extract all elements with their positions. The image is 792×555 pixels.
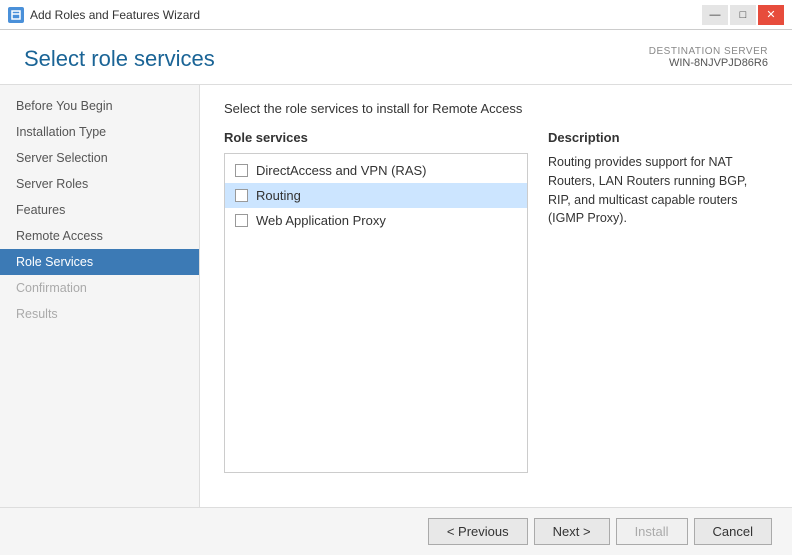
- title-bar-title: Add Roles and Features Wizard: [30, 8, 200, 22]
- previous-button[interactable]: < Previous: [428, 518, 528, 545]
- sidebar-item-server-selection[interactable]: Server Selection: [0, 145, 199, 171]
- services-list: DirectAccess and VPN (RAS) Routing Web A…: [224, 153, 528, 473]
- wizard-header: Select role services DESTINATION SERVER …: [0, 30, 792, 85]
- service-item-routing[interactable]: Routing: [225, 183, 527, 208]
- service-label-web-app-proxy: Web Application Proxy: [256, 213, 386, 228]
- wizard-content: Select the role services to install for …: [200, 85, 792, 507]
- page-title: Select role services: [24, 46, 215, 72]
- minimize-button[interactable]: —: [702, 5, 728, 25]
- service-item-web-app-proxy[interactable]: Web Application Proxy: [225, 208, 527, 233]
- wizard-footer: < Previous Next > Install Cancel: [0, 507, 792, 555]
- destination-server-label: DESTINATION SERVER: [649, 46, 768, 57]
- description-text: Routing provides support for NAT Routers…: [548, 153, 768, 228]
- title-bar: Add Roles and Features Wizard — □ ✕: [0, 0, 792, 30]
- service-item-directaccess[interactable]: DirectAccess and VPN (RAS): [225, 158, 527, 183]
- content-instruction: Select the role services to install for …: [224, 101, 768, 116]
- next-button[interactable]: Next >: [534, 518, 610, 545]
- install-button[interactable]: Install: [616, 518, 688, 545]
- wizard-sidebar: Before You Begin Installation Type Serve…: [0, 85, 200, 507]
- wizard-window: Select role services DESTINATION SERVER …: [0, 30, 792, 555]
- service-label-directaccess: DirectAccess and VPN (RAS): [256, 163, 427, 178]
- sidebar-item-server-roles[interactable]: Server Roles: [0, 171, 199, 197]
- sidebar-item-confirmation: Confirmation: [0, 275, 199, 301]
- service-checkbox-web-app-proxy[interactable]: [235, 214, 248, 227]
- sidebar-item-features[interactable]: Features: [0, 197, 199, 223]
- sidebar-item-installation-type[interactable]: Installation Type: [0, 119, 199, 145]
- destination-server-name: WIN-8NJVPJD86R6: [649, 57, 768, 69]
- close-button[interactable]: ✕: [758, 5, 784, 25]
- description-column: Description Routing provides support for…: [548, 130, 768, 473]
- maximize-button[interactable]: □: [730, 5, 756, 25]
- role-services-header: Role services: [224, 130, 528, 145]
- title-bar-controls: — □ ✕: [702, 5, 784, 25]
- service-checkbox-routing[interactable]: [235, 189, 248, 202]
- wizard-icon: [8, 7, 24, 23]
- sidebar-item-before-you-begin[interactable]: Before You Begin: [0, 93, 199, 119]
- role-services-column: Role services DirectAccess and VPN (RAS)…: [224, 130, 528, 473]
- wizard-body: Before You Begin Installation Type Serve…: [0, 85, 792, 507]
- description-header: Description: [548, 130, 768, 145]
- service-checkbox-directaccess[interactable]: [235, 164, 248, 177]
- cancel-button[interactable]: Cancel: [694, 518, 772, 545]
- title-bar-left: Add Roles and Features Wizard: [8, 7, 200, 23]
- service-label-routing: Routing: [256, 188, 301, 203]
- sidebar-item-role-services[interactable]: Role Services: [0, 249, 199, 275]
- sidebar-item-results: Results: [0, 301, 199, 327]
- destination-server: DESTINATION SERVER WIN-8NJVPJD86R6: [649, 46, 768, 69]
- content-columns: Role services DirectAccess and VPN (RAS)…: [224, 130, 768, 473]
- sidebar-item-remote-access[interactable]: Remote Access: [0, 223, 199, 249]
